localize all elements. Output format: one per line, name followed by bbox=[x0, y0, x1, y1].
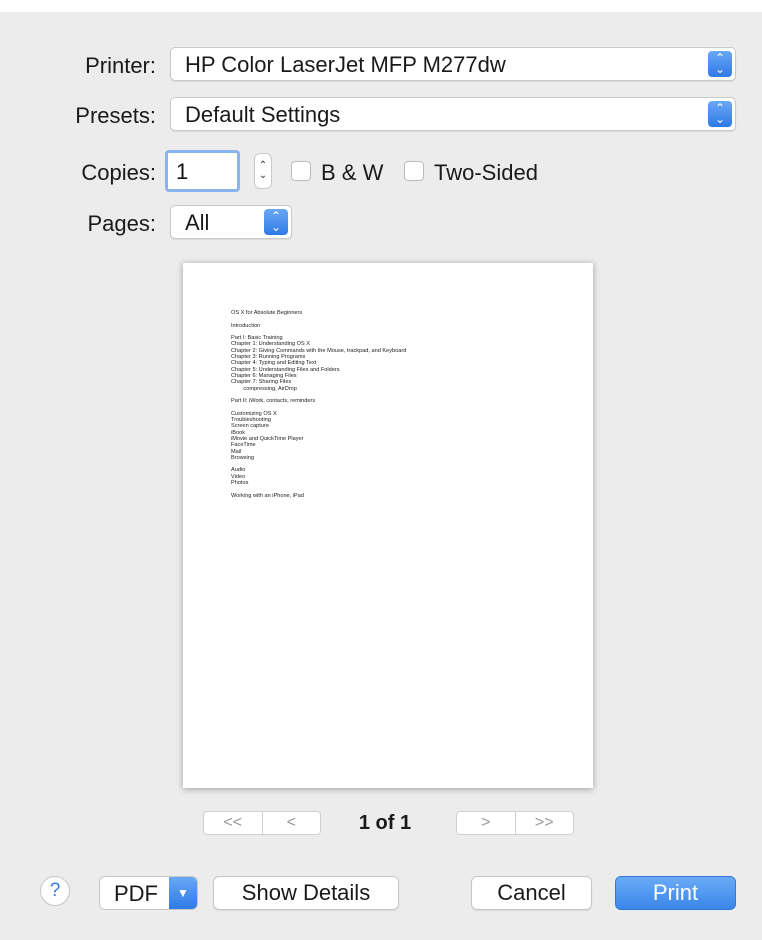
presets-popup[interactable]: Default Settings ⌃ ⌄ bbox=[170, 97, 736, 131]
page-indicator: 1 of 1 bbox=[358, 812, 412, 834]
pages-popup[interactable]: All ⌃ ⌄ bbox=[170, 205, 292, 239]
updown-chevron-icon: ⌃ ⌄ bbox=[708, 51, 732, 77]
printer-label: Printer: bbox=[85, 53, 156, 78]
chevron-down-icon: ▼ bbox=[169, 877, 197, 909]
preview-line: Working with an iPhone, iPad bbox=[231, 492, 304, 499]
updown-chevron-icon: ⌃ ⌄ bbox=[264, 209, 288, 235]
nav-back-group: << < bbox=[203, 811, 321, 835]
preview-document-text: OS X for Absolute Beginners Introduction… bbox=[231, 310, 406, 499]
printer-popup[interactable]: HP Color LaserJet MFP M277dw ⌃ ⌄ bbox=[170, 47, 736, 81]
nav-forward-group: > >> bbox=[456, 811, 574, 835]
copies-field-wrapper bbox=[165, 150, 240, 192]
copies-stepper[interactable]: ⌃ ⌄ bbox=[254, 153, 272, 189]
next-page-button[interactable]: > bbox=[457, 812, 515, 834]
pdf-label: PDF bbox=[114, 881, 158, 906]
bw-label: B & W bbox=[321, 160, 384, 185]
two-sided-label: Two-Sided bbox=[434, 160, 538, 185]
presets-value: Default Settings bbox=[185, 102, 341, 127]
printer-value: HP Color LaserJet MFP M277dw bbox=[185, 52, 506, 77]
presets-label: Presets: bbox=[75, 103, 156, 128]
previous-page-button[interactable]: < bbox=[261, 812, 321, 834]
two-sided-checkbox[interactable] bbox=[404, 161, 424, 181]
first-page-button[interactable]: << bbox=[204, 812, 262, 834]
cancel-button[interactable]: Cancel bbox=[471, 876, 592, 910]
copies-field[interactable] bbox=[176, 159, 236, 185]
print-button[interactable]: Print bbox=[615, 876, 736, 910]
pages-value: All bbox=[185, 210, 210, 235]
pages-label: Pages: bbox=[87, 211, 157, 236]
page-preview: OS X for Absolute Beginners Introduction… bbox=[183, 263, 593, 788]
help-button[interactable]: ? bbox=[40, 876, 70, 906]
copies-label: Copies: bbox=[81, 160, 156, 185]
bw-checkbox[interactable] bbox=[291, 161, 311, 181]
pdf-button[interactable]: PDF ▼ bbox=[99, 876, 198, 910]
window-top-edge bbox=[0, 0, 762, 12]
show-details-button[interactable]: Show Details bbox=[213, 876, 399, 910]
last-page-button[interactable]: >> bbox=[514, 812, 574, 834]
updown-chevron-icon: ⌃ ⌄ bbox=[708, 101, 732, 127]
